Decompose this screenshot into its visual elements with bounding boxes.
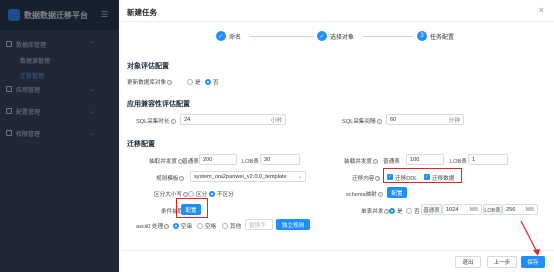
annotation-arrow (520, 220, 540, 256)
arrow-line (520, 220, 539, 255)
new-task-drawer: 新建任务 × ✓ 命名 ✓ 选择对象 3 任务配置 对象评估配置 更新数据库对象… (119, 0, 554, 272)
arrow-head (533, 249, 540, 256)
